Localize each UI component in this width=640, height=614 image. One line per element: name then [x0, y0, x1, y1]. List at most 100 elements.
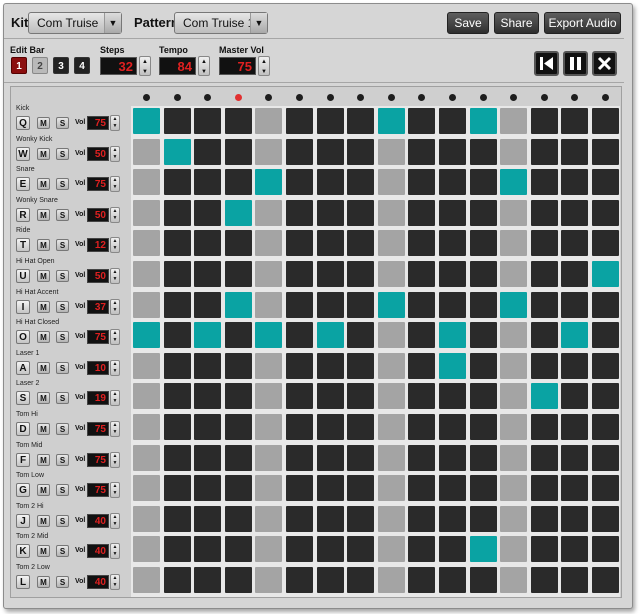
step-cell[interactable]: [316, 567, 344, 593]
step-cell[interactable]: [255, 169, 283, 196]
step-cell[interactable]: [316, 505, 344, 532]
step-cell[interactable]: [500, 475, 528, 502]
step-cell[interactable]: [408, 536, 436, 563]
step-cell[interactable]: [347, 567, 375, 593]
track-volume-stepper[interactable]: ▲ ▼: [110, 359, 120, 376]
step-cell[interactable]: [194, 536, 222, 563]
step-cell[interactable]: [439, 567, 466, 593]
track-volume-display[interactable]: 50: [87, 207, 109, 222]
step-cell[interactable]: [469, 505, 497, 532]
solo-button[interactable]: S: [56, 270, 69, 282]
step-cell[interactable]: [561, 199, 589, 226]
step-cell[interactable]: [133, 108, 160, 134]
step-cell[interactable]: [592, 567, 619, 593]
step-cell[interactable]: [377, 108, 405, 134]
track-volume-stepper[interactable]: ▲ ▼: [110, 543, 120, 560]
step-cell[interactable]: [377, 475, 405, 502]
step-cell[interactable]: [316, 352, 344, 379]
step-cell[interactable]: [408, 138, 436, 165]
step-cell[interactable]: [592, 138, 619, 165]
step-cell[interactable]: [408, 414, 436, 440]
track-volume-display[interactable]: 40: [87, 513, 109, 528]
tempo-display[interactable]: 84: [159, 57, 196, 75]
step-cell[interactable]: [255, 261, 283, 287]
step-cell[interactable]: [286, 322, 313, 349]
step-cell[interactable]: [163, 567, 191, 593]
steps-display[interactable]: 32: [100, 57, 137, 75]
save-button[interactable]: Save: [447, 12, 489, 34]
step-cell[interactable]: [316, 138, 344, 165]
step-cell[interactable]: [561, 444, 589, 471]
track-trigger-key[interactable]: W: [16, 146, 30, 161]
step-cell[interactable]: [286, 230, 313, 257]
step-cell[interactable]: [530, 230, 558, 257]
step-cell[interactable]: [561, 536, 589, 563]
step-cell[interactable]: [500, 567, 528, 593]
step-cell[interactable]: [530, 199, 558, 226]
track-trigger-key[interactable]: S: [16, 391, 30, 406]
step-cell[interactable]: [439, 261, 466, 287]
step-cell[interactable]: [408, 230, 436, 257]
step-cell[interactable]: [592, 261, 619, 287]
solo-button[interactable]: S: [56, 178, 69, 191]
pause-icon[interactable]: [563, 51, 588, 76]
step-cell[interactable]: [316, 444, 344, 471]
mute-button[interactable]: M: [37, 117, 50, 129]
step-cell[interactable]: [561, 567, 589, 593]
step-cell[interactable]: [255, 536, 283, 563]
step-cell[interactable]: [469, 352, 497, 379]
step-cell[interactable]: [224, 322, 252, 349]
step-cell[interactable]: [224, 108, 252, 134]
step-cell[interactable]: [439, 230, 466, 257]
step-cell[interactable]: [163, 352, 191, 379]
track-trigger-key[interactable]: Q: [16, 116, 30, 130]
track-trigger-key[interactable]: L: [16, 575, 30, 589]
step-cell[interactable]: [500, 536, 528, 563]
mute-button[interactable]: M: [37, 423, 50, 435]
track-volume-display[interactable]: 12: [87, 238, 109, 253]
step-cell[interactable]: [316, 414, 344, 440]
step-cell[interactable]: [469, 322, 497, 349]
step-cell[interactable]: [439, 475, 466, 502]
step-cell[interactable]: [163, 199, 191, 226]
track-volume-stepper[interactable]: ▲ ▼: [110, 145, 120, 162]
track-volume-display[interactable]: 50: [87, 146, 109, 161]
mute-button[interactable]: M: [37, 514, 50, 527]
step-cell[interactable]: [561, 230, 589, 257]
step-cell[interactable]: [500, 414, 528, 440]
step-cell[interactable]: [408, 261, 436, 287]
step-cell[interactable]: [316, 536, 344, 563]
step-cell[interactable]: [592, 383, 619, 410]
step-cell[interactable]: [255, 414, 283, 440]
step-cell[interactable]: [255, 108, 283, 134]
step-cell[interactable]: [377, 414, 405, 440]
step-cell[interactable]: [439, 199, 466, 226]
track-volume-display[interactable]: 75: [87, 422, 109, 436]
step-cell[interactable]: [592, 414, 619, 440]
step-cell[interactable]: [316, 383, 344, 410]
track-volume-stepper[interactable]: ▲ ▼: [110, 482, 120, 499]
step-cell[interactable]: [133, 567, 160, 593]
master-vol-stepper[interactable]: ▲ ▼: [258, 56, 270, 76]
step-cell[interactable]: [347, 169, 375, 196]
step-cell[interactable]: [592, 291, 619, 318]
step-cell[interactable]: [194, 322, 222, 349]
step-cell[interactable]: [439, 169, 466, 196]
step-cell[interactable]: [500, 230, 528, 257]
step-cell[interactable]: [255, 199, 283, 226]
step-cell[interactable]: [561, 414, 589, 440]
track-volume-display[interactable]: 10: [87, 360, 109, 375]
step-cell[interactable]: [194, 414, 222, 440]
step-cell[interactable]: [500, 505, 528, 532]
step-cell[interactable]: [347, 230, 375, 257]
mute-button[interactable]: M: [37, 270, 50, 282]
track-volume-stepper[interactable]: ▲ ▼: [110, 206, 120, 223]
step-cell[interactable]: [163, 383, 191, 410]
step-cell[interactable]: [286, 352, 313, 379]
step-cell[interactable]: [163, 230, 191, 257]
track-volume-stepper[interactable]: ▲ ▼: [110, 115, 120, 131]
step-cell[interactable]: [530, 291, 558, 318]
step-cell[interactable]: [286, 199, 313, 226]
mute-button[interactable]: M: [37, 545, 50, 558]
step-cell[interactable]: [194, 138, 222, 165]
